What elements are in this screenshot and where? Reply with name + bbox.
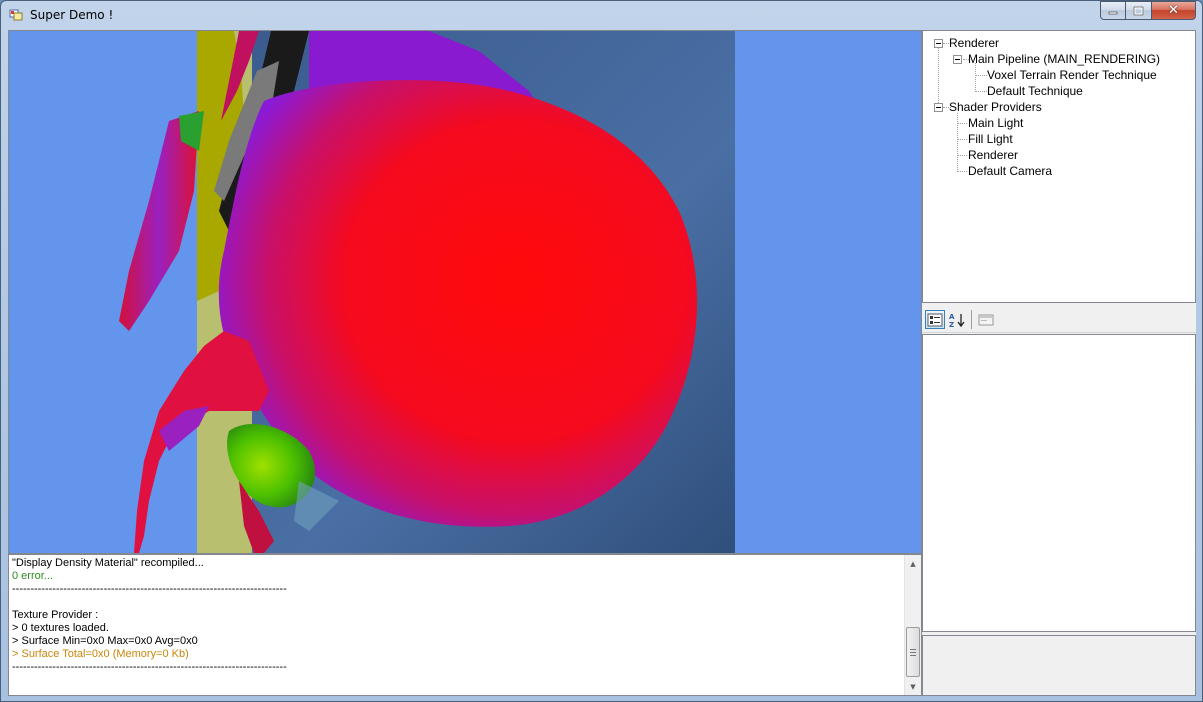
property-pages-icon	[978, 314, 994, 325]
tree-node-renderer[interactable]: Renderer	[949, 35, 999, 51]
console-scrollbar[interactable]: ▲ ▼	[904, 555, 921, 695]
restore-icon	[1133, 6, 1144, 15]
categorized-icon	[927, 313, 943, 326]
console-line: 0 error...	[12, 570, 53, 582]
tree-connector	[975, 63, 976, 92]
svg-text:A: A	[949, 313, 955, 321]
tree-node-fill-light[interactable]: Fill Light	[968, 131, 1013, 147]
scene-tree[interactable]: Renderer Main Pipeline (MAIN_RENDERING) …	[922, 30, 1196, 303]
toolbar-separator	[971, 310, 972, 329]
console-line: Texture Provider :	[12, 609, 99, 621]
maximize-button[interactable]	[1126, 1, 1152, 20]
property-pages-button[interactable]	[976, 310, 996, 329]
client-area: "Display Density Material" recompiled...…	[8, 30, 1196, 696]
grip-icon	[910, 648, 916, 656]
close-icon: ✕	[1168, 3, 1179, 18]
console-separator: ----------------------------------------…	[12, 661, 287, 673]
right-panel: Renderer Main Pipeline (MAIN_RENDERING) …	[922, 30, 1196, 696]
tree-connector	[957, 139, 967, 140]
collapse-icon[interactable]	[934, 39, 943, 48]
caption-buttons: ✕	[1100, 1, 1196, 21]
property-grid-help	[922, 635, 1196, 696]
title-bar[interactable]: Super Demo ! ✕	[1, 1, 1202, 30]
tree-node-renderer-child[interactable]: Renderer	[968, 147, 1018, 163]
tree-connector	[938, 47, 939, 111]
minimize-button[interactable]	[1100, 1, 1126, 20]
console-line: > Surface Total=0x0 (Memory=0 Kb)	[12, 648, 189, 660]
console-output[interactable]: "Display Density Material" recompiled...…	[8, 554, 922, 696]
svg-text:Z: Z	[949, 321, 954, 328]
scroll-up-arrow-icon[interactable]: ▲	[905, 555, 921, 572]
window-title: Super Demo !	[30, 8, 114, 22]
render-viewport[interactable]	[8, 30, 922, 554]
rendered-scene	[119, 31, 735, 553]
scroll-thumb[interactable]	[906, 627, 920, 677]
tree-connector	[957, 113, 958, 172]
categorized-button[interactable]	[925, 310, 945, 329]
console-separator: ----------------------------------------…	[12, 583, 287, 595]
scroll-down-arrow-icon[interactable]: ▼	[905, 678, 921, 695]
tree-connector	[957, 171, 967, 172]
tree-connector	[975, 91, 987, 92]
tree-node-main-pipeline[interactable]: Main Pipeline (MAIN_RENDERING)	[968, 51, 1160, 67]
console-line: > 0 textures loaded.	[12, 622, 109, 634]
alphabetical-button[interactable]: A Z	[947, 310, 967, 329]
property-grid-toolbar: A Z	[922, 303, 1196, 333]
property-grid: A Z	[922, 303, 1196, 696]
main-window: Super Demo ! ✕ "Display Density Material…	[0, 0, 1203, 702]
tree-node-shader-providers[interactable]: Shader Providers	[949, 99, 1042, 115]
console-line: > Surface Min=0x0 Max=0x0 Avg=0x0	[12, 635, 198, 647]
tree-connector	[957, 123, 967, 124]
tree-node-voxel-technique[interactable]: Voxel Terrain Render Technique	[987, 67, 1157, 83]
tree-node-main-light[interactable]: Main Light	[968, 115, 1023, 131]
minimize-icon	[1108, 11, 1118, 14]
console-lines: "Display Density Material" recompiled...…	[12, 557, 902, 674]
console-line: "Display Density Material" recompiled...	[12, 557, 204, 569]
tree-connector	[957, 155, 967, 156]
sort-az-icon: A Z	[949, 313, 965, 328]
app-icon	[9, 9, 23, 21]
close-button[interactable]: ✕	[1152, 1, 1196, 20]
collapse-icon[interactable]	[953, 55, 962, 64]
tree-node-default-camera[interactable]: Default Camera	[968, 163, 1052, 179]
collapse-icon[interactable]	[934, 103, 943, 112]
property-grid-body[interactable]	[922, 334, 1196, 632]
tree-connector	[975, 75, 987, 76]
tree-node-default-technique[interactable]: Default Technique	[987, 83, 1083, 99]
